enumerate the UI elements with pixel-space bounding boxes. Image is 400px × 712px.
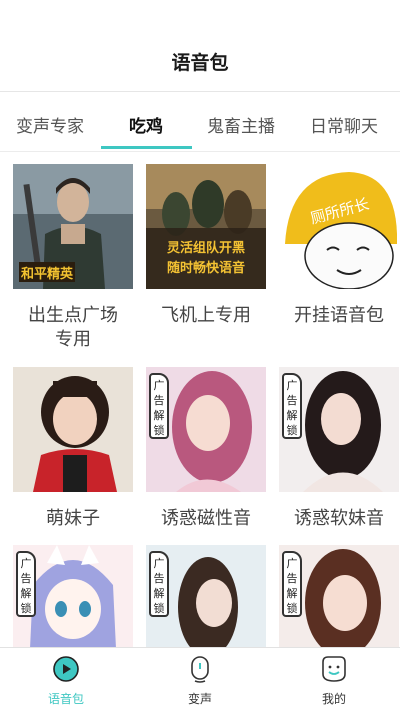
promo-text-line-1: 灵活组队开黑	[167, 240, 245, 256]
title-line-1: 萌妹子	[46, 508, 100, 529]
smiley-face-icon	[322, 656, 346, 682]
ad-unlock-badge: 广告解锁	[282, 373, 302, 439]
voice-pack-thumbnail[interactable]: 广告解锁	[279, 367, 399, 492]
active-tab-indicator	[101, 146, 192, 149]
voice-pack-thumbnail[interactable]: 和平精英	[13, 164, 133, 289]
tab-kichiku-anchor[interactable]: 鬼畜主播	[207, 112, 275, 137]
voice-pack-thumbnail[interactable]: 厕所所长	[279, 164, 399, 289]
voice-pack-title: 出生点广场 专用	[5, 304, 141, 352]
title-line-1: 诱惑磁性音	[161, 508, 251, 529]
page-title: 语音包	[171, 52, 229, 74]
nav-voice-pack[interactable]: 语音包	[16, 648, 116, 712]
title-line-1: 开挂语音包	[294, 305, 384, 326]
nav-label: 我的	[321, 692, 346, 706]
nav-label: 变声	[187, 692, 212, 706]
title-line-1: 飞机上专用	[161, 305, 251, 326]
voice-pack-thumbnail[interactable]: 灵活组队开黑 随时畅快语音	[146, 164, 266, 289]
voice-pack-title: 飞机上专用	[138, 304, 274, 328]
category-tabs: 变声专家 吃鸡 鬼畜主播 日常聊天	[0, 92, 400, 152]
voice-pack-title: 开挂语音包	[271, 304, 400, 328]
voice-pack-thumbnail[interactable]: 广告解锁	[13, 545, 133, 647]
nav-label: 语音包	[47, 692, 84, 706]
ad-unlock-badge: 广告解锁	[149, 551, 169, 617]
voice-pack-thumbnail[interactable]: 广告解锁	[146, 367, 266, 492]
app-header: 语音包	[0, 0, 400, 92]
microphone-icon	[191, 656, 209, 683]
voice-pack-thumbnail[interactable]	[13, 367, 133, 492]
bottom-navigation: 语音包 变声 我的	[0, 647, 400, 711]
voice-pack-title: 萌妹子	[5, 507, 141, 531]
play-circle-icon	[53, 656, 79, 682]
nav-mine[interactable]: 我的	[284, 648, 384, 712]
ad-unlock-badge: 广告解锁	[149, 373, 169, 439]
tab-chicken[interactable]: 吃鸡	[129, 112, 163, 137]
game-logo-text: 和平精英	[21, 266, 74, 282]
tab-voice-expert[interactable]: 变声专家	[16, 112, 84, 137]
voice-pack-title: 诱惑磁性音	[138, 507, 274, 531]
ad-unlock-badge: 广告解锁	[282, 551, 302, 617]
title-line-1: 出生点广场	[28, 305, 118, 326]
tab-daily-chat[interactable]: 日常聊天	[310, 112, 378, 137]
voice-pack-title: 诱惑软妹音	[271, 507, 400, 531]
voice-pack-grid: 和平精英 出生点广场 专用 灵活组队开黑 随时畅快语音 飞机上专用 厕所所长 开…	[0, 152, 400, 647]
ad-unlock-badge: 广告解锁	[16, 551, 36, 617]
promo-text-line-2: 随时畅快语音	[167, 260, 245, 276]
title-line-1: 诱惑软妹音	[294, 508, 384, 529]
title-line-2: 专用	[55, 329, 91, 350]
voice-pack-thumbnail[interactable]: 广告解锁	[146, 545, 266, 647]
voice-pack-thumbnail[interactable]: 广告解锁	[279, 545, 399, 647]
nav-voice-changer[interactable]: 变声	[150, 648, 250, 712]
